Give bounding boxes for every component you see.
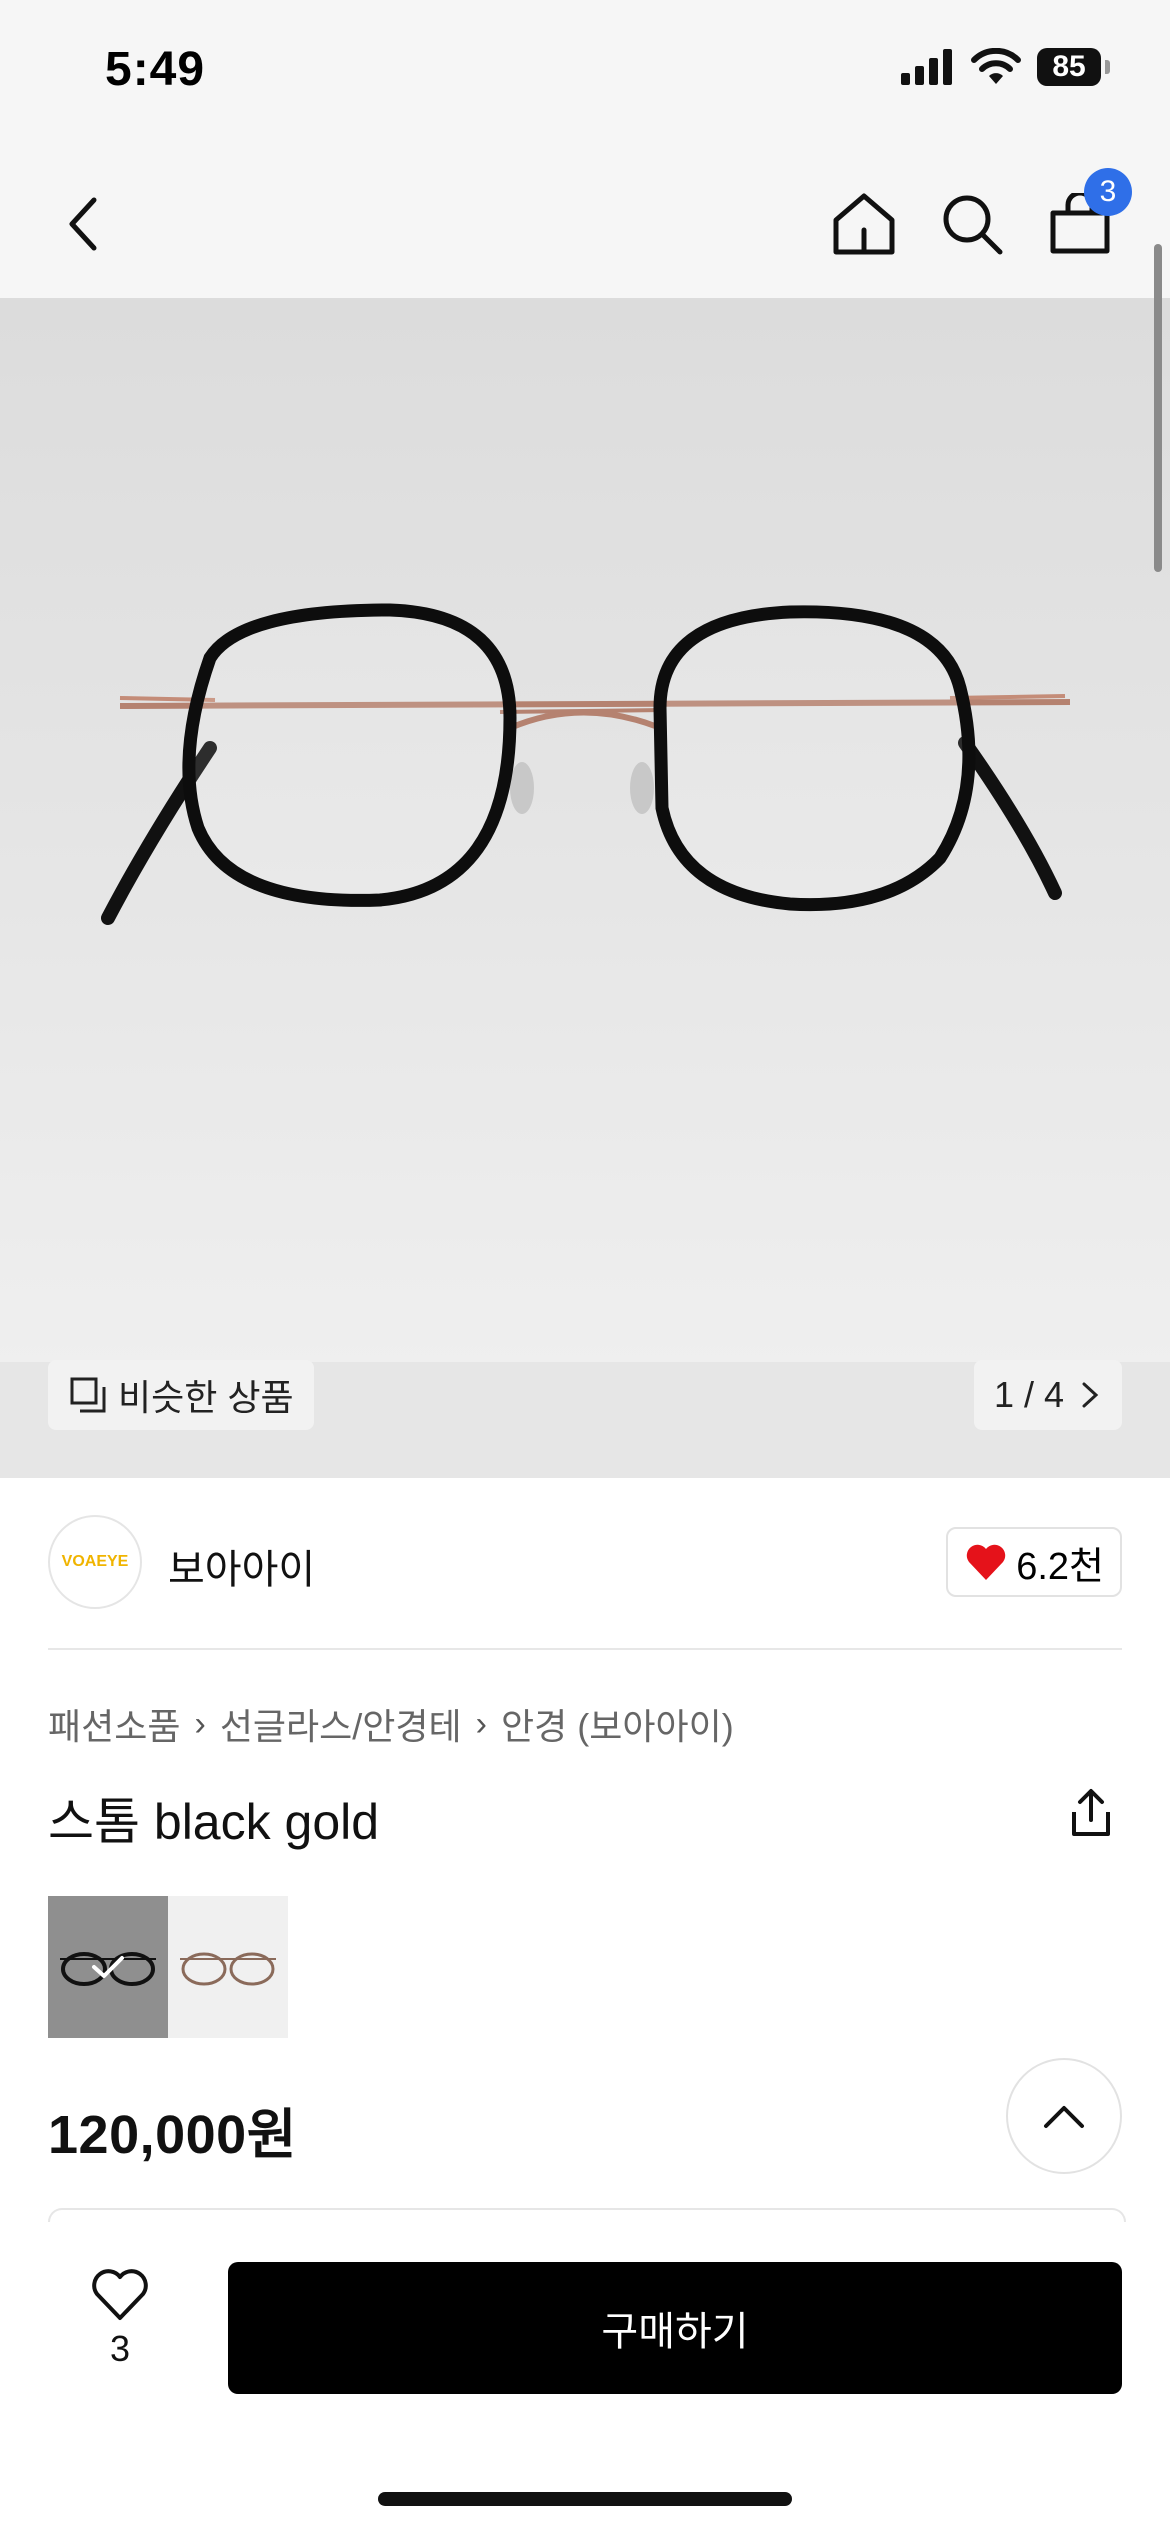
share-icon	[1072, 1789, 1110, 1836]
cart-button[interactable]: 3	[1042, 168, 1132, 262]
breadcrumb-separator-icon: ›	[194, 1704, 206, 1743]
back-icon	[69, 197, 97, 251]
search-button[interactable]	[934, 186, 1010, 262]
home-indicator	[378, 2492, 792, 2506]
cellular-signal-icon	[901, 49, 952, 85]
status-icons: 85	[901, 48, 1110, 86]
wishlist-count: 3	[109, 2328, 131, 2369]
share-button[interactable]	[1068, 1788, 1114, 1843]
battery-indicator: 85	[1037, 48, 1101, 86]
buy-button[interactable]: 구매하기	[228, 2262, 1122, 2394]
color-option-brown[interactable]	[168, 1896, 288, 2038]
color-option-black-gold[interactable]	[48, 1896, 168, 2038]
nav-bar: 3	[0, 150, 1170, 298]
scroll-to-top-button[interactable]	[1006, 2058, 1122, 2174]
brand-like-count: 6.2천	[1016, 1545, 1104, 1588]
home-icon	[833, 193, 895, 255]
brand-like-button[interactable]: 6.2천	[946, 1527, 1122, 1597]
home-button[interactable]	[826, 186, 902, 262]
similar-products-label: 비슷한 상품	[118, 1377, 294, 1418]
product-title: 스톰 black gold	[48, 1794, 380, 1850]
similar-products-button[interactable]: 비슷한 상품	[48, 1360, 314, 1430]
product-price: 120,000원	[48, 2105, 297, 2165]
product-image-gallery[interactable]	[0, 298, 1170, 1478]
heart-outline-icon	[92, 2269, 148, 2320]
status-bar: 5:49 85	[0, 0, 1170, 150]
breadcrumb-item[interactable]: 안경 (보아아이)	[501, 1698, 734, 1750]
image-pager-text: 1 / 4	[993, 1374, 1064, 1415]
breadcrumb: 패션소품 › 선글라스/안경테 › 안경 (보아아이)	[48, 1698, 734, 1750]
bottom-action-bar: 3 구매하기	[0, 2222, 1170, 2532]
divider	[48, 1648, 1122, 1650]
brand-logo-text: VOAEYE	[61, 1553, 129, 1570]
wishlist-button[interactable]: 3	[70, 2268, 170, 2370]
chevron-right-icon	[1082, 1382, 1099, 1408]
brand-name[interactable]: 보아아이	[168, 1537, 315, 1595]
product-glasses-image	[101, 603, 1071, 925]
back-button[interactable]	[46, 186, 122, 262]
chevron-up-icon	[1044, 2106, 1084, 2128]
brand-logo[interactable]: VOAEYE	[48, 1515, 142, 1609]
color-options	[48, 1896, 288, 2038]
similar-icon	[70, 1377, 106, 1413]
thumb-glasses-image	[180, 1952, 276, 1986]
breadcrumb-item[interactable]: 패션소품	[48, 1698, 180, 1750]
brand-row: VOAEYE 보아아이 6.2천	[48, 1515, 1122, 1613]
scroll-indicator	[1154, 244, 1162, 572]
status-time: 5:49	[105, 43, 206, 96]
search-icon	[943, 195, 1003, 255]
breadcrumb-item[interactable]: 선글라스/안경테	[220, 1698, 462, 1750]
battery-cap	[1105, 60, 1110, 74]
heart-icon	[967, 1544, 1006, 1580]
wifi-icon	[971, 48, 1021, 84]
check-icon	[92, 1956, 124, 1978]
cart-badge: 3	[1084, 168, 1132, 216]
breadcrumb-separator-icon: ›	[475, 1704, 487, 1743]
image-pager-button[interactable]: 1 / 4	[973, 1360, 1122, 1430]
